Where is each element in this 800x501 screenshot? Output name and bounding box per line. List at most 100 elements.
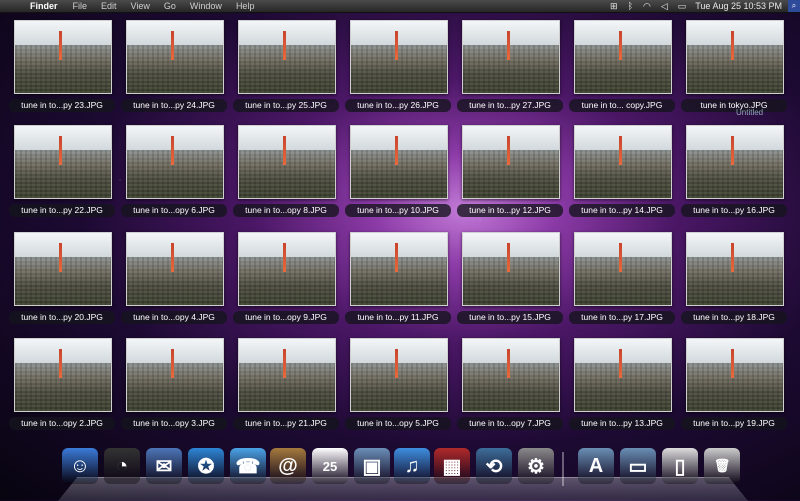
file-name-label: tune in to...py 17.JPG xyxy=(569,311,675,324)
desktop-file-icon[interactable]: tune in to...py 23.JPG xyxy=(7,20,117,120)
desktop-file-icon[interactable]: tune in to...py 18.JPG xyxy=(679,232,789,332)
documents-folder-icon[interactable]: ▭ xyxy=(620,448,656,484)
desktop-file-icon[interactable]: tune in to...opy 9.JPG xyxy=(231,232,341,332)
desktop-file-icon[interactable]: tune in to...py 15.JPG xyxy=(455,232,565,332)
desktop-file-icon[interactable]: tune in to...py 26.JPG xyxy=(343,20,453,120)
downloads-stack-icon[interactable]: ▯ xyxy=(662,448,698,484)
image-thumbnail xyxy=(126,338,224,412)
file-name-label: tune in to... copy.JPG xyxy=(569,99,675,112)
desktop-file-icon[interactable]: tune in to... copy.JPG xyxy=(567,20,677,120)
desktop-file-icon[interactable]: tune in to...py 11.JPG xyxy=(343,232,453,332)
image-thumbnail xyxy=(574,125,672,199)
dock-separator xyxy=(562,452,564,486)
finder-icon[interactable]: ☺ xyxy=(62,448,98,484)
desktop-file-icon[interactable]: tune in to...py 21.JPG xyxy=(231,338,341,438)
image-thumbnail xyxy=(574,338,672,412)
desktop-file-icon[interactable]: tune in to...py 27.JPG xyxy=(455,20,565,120)
image-thumbnail xyxy=(238,20,336,94)
system-preferences-icon[interactable]: ⚙ xyxy=(518,448,554,484)
file-name-label: tune in to...py 27.JPG xyxy=(457,99,563,112)
file-name-label: tune in to...py 23.JPG xyxy=(9,99,115,112)
file-name-label: tune in to...opy 3.JPG xyxy=(121,417,227,430)
spotlight-search-icon[interactable]: ⌕ xyxy=(788,0,800,12)
desktop-file-icon[interactable]: tune in to...py 12.JPG xyxy=(455,125,565,225)
menu-view[interactable]: View xyxy=(131,0,150,12)
dashboard-icon[interactable]: ◔ xyxy=(104,448,140,484)
desktop-file-icon[interactable]: tune in to...py 22.JPG xyxy=(7,125,117,225)
desktop-file-icon[interactable]: tune in to...py 14.JPG xyxy=(567,125,677,225)
iphoto-icon[interactable]: ▣ xyxy=(354,448,390,484)
file-name-label: tune in to...py 15.JPG xyxy=(457,311,563,324)
file-name-label: tune in to...py 25.JPG xyxy=(233,99,339,112)
file-name-label: tune in to...opy 7.JPG xyxy=(457,417,563,430)
desktop-file-icon[interactable]: tune in to...opy 3.JPG xyxy=(119,338,229,438)
trash-icon[interactable]: 🗑 xyxy=(704,448,740,484)
file-name-label: tune in to...py 14.JPG xyxy=(569,204,675,217)
desktop-file-icon[interactable]: tune in to...opy 7.JPG xyxy=(455,338,565,438)
image-thumbnail xyxy=(462,338,560,412)
file-name-label: tune in to...opy 2.JPG xyxy=(9,417,115,430)
file-name-label: tune in to...py 20.JPG xyxy=(9,311,115,324)
itunes-icon[interactable]: ♫ xyxy=(394,448,430,484)
wifi-icon[interactable]: ◠ xyxy=(643,0,651,12)
image-thumbnail xyxy=(686,232,784,306)
image-thumbnail xyxy=(126,125,224,199)
menu-file[interactable]: File xyxy=(73,0,88,12)
file-name-label: tune in to...py 16.JPG xyxy=(681,204,787,217)
menu-window[interactable]: Window xyxy=(190,0,222,12)
desktop-file-icon[interactable]: tune in to...py 25.JPG xyxy=(231,20,341,120)
desktop-file-icon[interactable]: tune in to...py 10.JPG xyxy=(343,125,453,225)
untitled-label: Untitled xyxy=(736,108,764,117)
image-thumbnail xyxy=(574,20,672,94)
bluetooth-icon[interactable]: ᛒ xyxy=(628,0,633,12)
desktop-file-icon[interactable]: tune in to...py 13.JPG xyxy=(567,338,677,438)
desktop-file-icon[interactable]: tune in to...opy 5.JPG xyxy=(343,338,453,438)
image-thumbnail xyxy=(462,232,560,306)
menu-bar: Finder File Edit View Go Window Help ⊞ ᛒ… xyxy=(0,0,800,13)
image-thumbnail xyxy=(686,125,784,199)
desktop-file-icon[interactable]: tune in to...py 19.JPG xyxy=(679,338,789,438)
file-name-label: tune in to...py 19.JPG xyxy=(681,417,787,430)
desktop-file-icon[interactable]: tune in tokyo.JPG xyxy=(679,20,789,120)
desktop-file-icon[interactable]: tune in to...opy 4.JPG xyxy=(119,232,229,332)
battery-icon[interactable]: ▭ xyxy=(678,0,687,12)
mail-icon[interactable]: ✉ xyxy=(146,448,182,484)
address-book-icon[interactable]: @ xyxy=(270,448,306,484)
file-name-label: tune in tokyo.JPG xyxy=(681,99,787,112)
image-thumbnail xyxy=(126,20,224,94)
file-name-label: tune in to...opy 6.JPG xyxy=(121,204,227,217)
image-thumbnail xyxy=(462,125,560,199)
photo-booth-icon[interactable]: ▦ xyxy=(434,448,470,484)
desktop-file-icon[interactable]: tune in to...opy 6.JPG xyxy=(119,125,229,225)
menu-clock[interactable]: Tue Aug 25 10:53 PM xyxy=(695,0,782,12)
menu-go[interactable]: Go xyxy=(164,0,176,12)
desktop-file-icon[interactable]: tune in to...opy 2.JPG xyxy=(7,338,117,438)
desktop-file-icon[interactable]: tune in to...opy 8.JPG xyxy=(231,125,341,225)
file-name-label: tune in to...opy 8.JPG xyxy=(233,204,339,217)
image-thumbnail xyxy=(14,125,112,199)
image-thumbnail xyxy=(686,20,784,94)
ical-icon[interactable]: 25 xyxy=(312,448,348,484)
file-name-label: tune in to...py 11.JPG xyxy=(345,311,451,324)
file-name-label: tune in to...opy 9.JPG xyxy=(233,311,339,324)
applications-folder-icon[interactable]: A xyxy=(578,448,614,484)
ichat-icon[interactable]: ☎ xyxy=(230,448,266,484)
menu-edit[interactable]: Edit xyxy=(101,0,117,12)
desktop-file-icon[interactable]: tune in to...py 17.JPG xyxy=(567,232,677,332)
safari-icon[interactable]: ✪ xyxy=(188,448,224,484)
spaces-icon[interactable]: ⊞ xyxy=(610,0,618,12)
image-thumbnail xyxy=(238,338,336,412)
desktop-file-icon[interactable]: tune in to...py 24.JPG xyxy=(119,20,229,120)
file-name-label: tune in to...py 21.JPG xyxy=(233,417,339,430)
file-name-label: tune in to...py 13.JPG xyxy=(569,417,675,430)
image-thumbnail xyxy=(14,338,112,412)
time-machine-icon[interactable]: ⟲ xyxy=(476,448,512,484)
desktop-file-icon[interactable]: tune in to...py 20.JPG xyxy=(7,232,117,332)
menu-help[interactable]: Help xyxy=(236,0,255,12)
volume-icon[interactable]: ◁ xyxy=(661,0,668,12)
menu-app-finder[interactable]: Finder xyxy=(30,0,58,12)
image-thumbnail xyxy=(238,232,336,306)
file-name-label: tune in to...py 12.JPG xyxy=(457,204,563,217)
image-thumbnail xyxy=(238,125,336,199)
desktop-file-icon[interactable]: tune in to...py 16.JPG xyxy=(679,125,789,225)
